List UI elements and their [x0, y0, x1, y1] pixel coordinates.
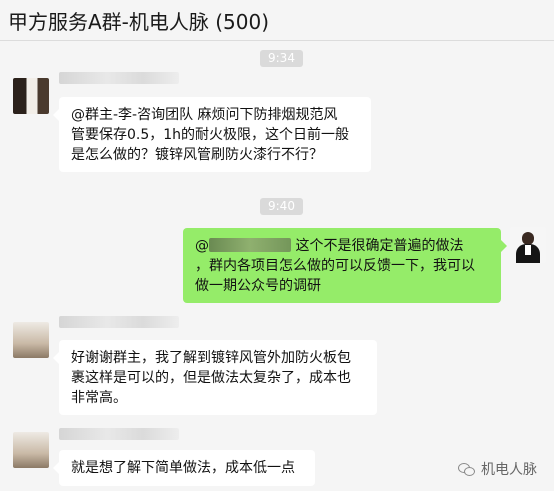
message-line: @群主-李-咨询团队 麻烦问下防排烟规范风: [71, 107, 338, 123]
message-line: 管要保存0.5，1h的耐火极限，这个日前一般: [71, 127, 350, 143]
timestamp: 9:34: [260, 50, 303, 67]
message-bubble[interactable]: @ 这个不是很确定普遍的做法 ，群内各项目怎么做的可以反馈一下，我可以 做一期公…: [183, 228, 507, 303]
message-bubble[interactable]: 就是想了解下简单做法，成本低一点: [53, 450, 315, 486]
sender-name: [59, 316, 179, 328]
mention-prefix: @: [195, 238, 209, 254]
watermark: 机电人脉: [458, 457, 537, 481]
message-bubble[interactable]: 好谢谢群主，我了解到镀锌风管外加防火板包 裹这样是可以的，但是做法太复杂了，成本…: [53, 340, 377, 415]
redacted-mention: [209, 238, 291, 252]
timestamp: 9:40: [260, 198, 303, 215]
avatar[interactable]: [13, 432, 49, 468]
message-line: 裹这样是可以的，但是做法太复杂了，成本也: [71, 370, 351, 386]
message-text: 这个不是很确定普遍的做法: [295, 238, 464, 254]
sender-name: [59, 72, 179, 84]
avatar[interactable]: [13, 322, 49, 358]
message-line: 好谢谢群主，我了解到镀锌风管外加防火板包: [71, 350, 351, 366]
chat-title[interactable]: 甲方服务A群-机电人脉 (500): [8, 6, 269, 35]
sender-name: [59, 428, 179, 440]
message-line: @ 这个不是很确定普遍的做法: [195, 236, 489, 256]
avatar[interactable]: [510, 227, 546, 263]
chat-header: 甲方服务A群-机电人脉 (500): [0, 0, 554, 41]
wechat-icon: [458, 461, 476, 477]
message-line: 是怎么做的？镀锌风管刷防火漆行不行？: [71, 147, 323, 163]
message-line: 做一期公众号的调研: [195, 278, 321, 294]
avatar-shirt: [525, 245, 531, 255]
watermark-text: 机电人脉: [481, 462, 537, 478]
message-line: 非常高。: [71, 390, 127, 406]
message-bubble[interactable]: @群主-李-咨询团队 麻烦问下防排烟规范风 管要保存0.5，1h的耐火极限，这个…: [53, 97, 371, 172]
avatar[interactable]: [13, 78, 49, 114]
message-line: ，群内各项目怎么做的可以反馈一下，我可以: [195, 258, 475, 274]
message-line: 就是想了解下简单做法，成本低一点: [71, 460, 295, 476]
